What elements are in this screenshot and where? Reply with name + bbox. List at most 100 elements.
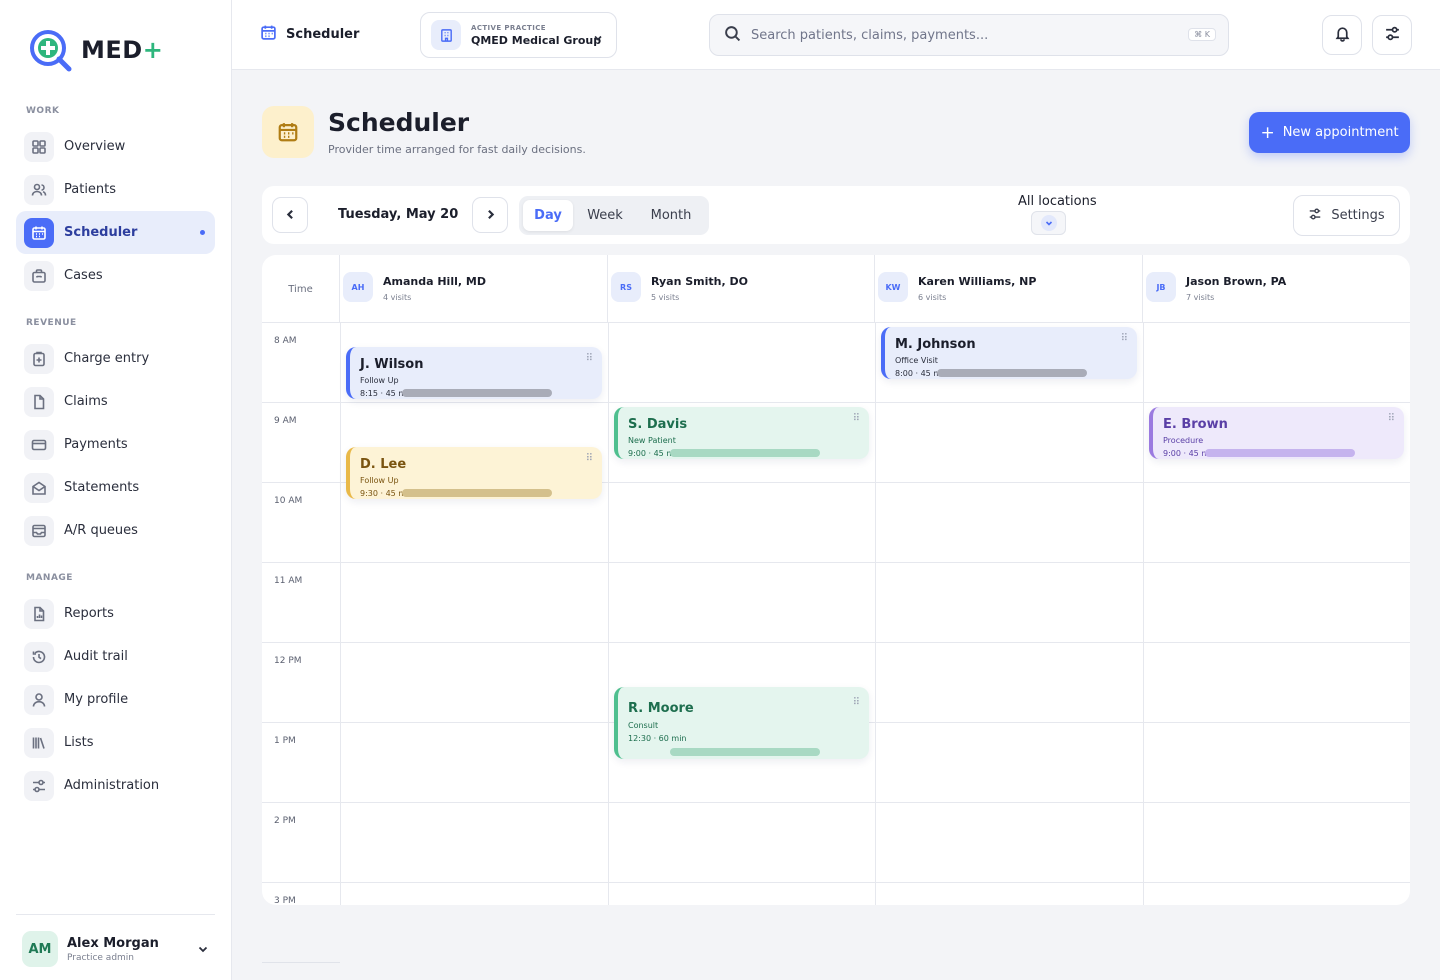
new-appointment-label: New appointment: [1282, 125, 1399, 140]
appointment-type: Procedure: [1163, 436, 1204, 445]
location-filter-label[interactable]: All locations: [1018, 194, 1097, 209]
view-month-tab[interactable]: Month: [638, 200, 704, 231]
time-label: 2 PM: [274, 816, 296, 826]
hour-divider: [262, 882, 1410, 883]
appointment-card[interactable]: R. Moore Consult 12:30 · 60 min ⠿: [614, 687, 869, 759]
provider-column-header[interactable]: AH Amanda Hill, MD 4 visits: [340, 255, 608, 323]
settings-button[interactable]: Settings: [1293, 195, 1400, 236]
appointment-card[interactable]: S. Davis New Patient 9:00 · 45 min ⠿: [614, 407, 869, 459]
preferences-button[interactable]: [1372, 15, 1412, 55]
next-day-button[interactable]: [472, 197, 508, 233]
practice-kicker: ACTIVE PRACTICE: [471, 23, 546, 32]
column-divider: [1143, 323, 1144, 905]
sidebar-item-my-profile[interactable]: My profile: [16, 678, 215, 721]
sidebar-item-label: Overview: [64, 139, 126, 154]
provider-avatar: JB: [1146, 272, 1176, 302]
sidebar-item-claims[interactable]: Claims: [16, 380, 215, 423]
bell-icon: [1334, 25, 1351, 46]
appointment-patient: J. Wilson: [360, 357, 424, 372]
section-work: WORK: [26, 106, 60, 116]
topbar: Scheduler ACTIVE PRACTICE QMED Medical G…: [232, 0, 1440, 70]
calendar-icon: [260, 24, 286, 45]
provider-column-header[interactable]: JB Jason Brown, PA 7 visits: [1143, 255, 1410, 323]
inbox-icon: [24, 515, 54, 546]
sidebar-item-lists[interactable]: Lists: [16, 721, 215, 764]
appointment-patient: R. Moore: [628, 701, 694, 716]
sidebar-item-ar-queues[interactable]: A/R queues: [16, 509, 215, 552]
view-day-tab[interactable]: Day: [523, 200, 573, 231]
chevron-down-icon: [1040, 215, 1057, 231]
sidebar: MED + WORK Overview Patients Scheduler Ca…: [0, 0, 232, 980]
appointment-progress-bar: [670, 748, 820, 756]
drag-handle-icon[interactable]: ⠿: [586, 353, 593, 364]
notifications-button[interactable]: [1322, 15, 1362, 55]
global-search[interactable]: ⌘ K: [709, 14, 1229, 56]
drag-handle-icon[interactable]: ⠿: [586, 453, 593, 464]
drag-handle-icon[interactable]: ⠿: [1388, 413, 1395, 424]
appointment-progress-bar: [402, 489, 552, 497]
day-calendar-grid: Time AH Amanda Hill, MD 4 visits RS Ryan…: [262, 255, 1410, 905]
appointment-card[interactable]: E. Brown Procedure 9:00 · 45 min ⠿: [1149, 407, 1404, 459]
sidebar-item-label: Administration: [64, 778, 160, 793]
sidebar-item-overview[interactable]: Overview: [16, 125, 215, 168]
sidebar-item-audit-trail[interactable]: Audit trail: [16, 635, 215, 678]
drag-handle-icon[interactable]: ⠿: [853, 697, 860, 708]
sidebar-item-label: Patients: [64, 182, 117, 197]
appointment-time: 12:30 · 60 min: [628, 734, 687, 743]
avatar: AM: [22, 931, 58, 967]
appointment-progress-bar: [670, 449, 820, 457]
topbar-title: Scheduler: [260, 24, 359, 45]
time-label: 11 AM: [274, 576, 303, 586]
provider-avatar: KW: [878, 272, 908, 302]
provider-column-header[interactable]: KW Karen Williams, NP 6 visits: [875, 255, 1143, 323]
practice-selector[interactable]: ACTIVE PRACTICE QMED Medical Group: [420, 12, 617, 58]
users-icon: [24, 174, 54, 205]
drag-handle-icon[interactable]: ⠿: [853, 413, 860, 424]
appointment-patient: D. Lee: [360, 457, 407, 472]
time-label: 8 AM: [274, 336, 297, 346]
sidebar-item-reports[interactable]: Reports: [16, 592, 215, 635]
sidebar-item-administration[interactable]: Administration: [16, 764, 215, 807]
drag-handle-icon[interactable]: ⠿: [1121, 333, 1128, 344]
card-icon: [24, 429, 54, 460]
sidebar-item-label: Statements: [64, 480, 140, 495]
appointment-type: Office Visit: [895, 356, 938, 365]
appointment-card[interactable]: D. Lee Follow Up 9:30 · 45 min ⠿: [346, 447, 602, 499]
appointment-patient: E. Brown: [1163, 417, 1228, 432]
previous-day-button[interactable]: [272, 197, 308, 233]
sidebar-item-label: Scheduler: [64, 225, 138, 240]
chevron-down-icon[interactable]: [196, 941, 210, 960]
provider-avatar: AH: [343, 272, 373, 302]
view-week-tab[interactable]: Week: [576, 200, 634, 231]
provider-visit-count: 6 visits: [918, 293, 947, 302]
appointment-progress-bar: [402, 389, 552, 397]
user-icon: [24, 684, 54, 715]
search-shortcut: ⌘ K: [1188, 28, 1216, 41]
calendar-icon: [24, 217, 54, 248]
location-dropdown-button[interactable]: [1031, 211, 1066, 235]
provider-name: Jason Brown, PA: [1186, 275, 1287, 288]
sidebar-item-patients[interactable]: Patients: [16, 168, 215, 211]
hour-divider: [262, 402, 1410, 403]
search-input[interactable]: [751, 27, 1171, 43]
user-menu[interactable]: AM Alex Morgan Practice admin: [22, 929, 214, 969]
briefcase-icon: [24, 260, 54, 291]
sidebar-item-label: Lists: [64, 735, 94, 750]
hour-divider: [262, 802, 1410, 803]
brand-logo[interactable]: MED +: [26, 26, 163, 74]
sidebar-divider: [16, 914, 215, 915]
appointment-card[interactable]: M. Johnson Office Visit 8:00 · 45 min ⠿: [881, 327, 1137, 379]
building-icon: [431, 20, 461, 50]
hour-divider: [262, 642, 1410, 643]
new-appointment-button[interactable]: + New appointment: [1249, 112, 1410, 153]
sidebar-item-scheduler[interactable]: Scheduler: [16, 211, 215, 254]
sidebar-item-statements[interactable]: Statements: [16, 466, 215, 509]
appointment-card[interactable]: J. Wilson Follow Up 8:15 · 45 min ⠿: [346, 347, 602, 399]
provider-column-header[interactable]: RS Ryan Smith, DO 5 visits: [608, 255, 875, 323]
sidebar-item-payments[interactable]: Payments: [16, 423, 215, 466]
sidebar-item-charge-entry[interactable]: Charge entry: [16, 337, 215, 380]
user-role: Practice admin: [67, 952, 135, 963]
brand-plus: +: [142, 36, 163, 64]
sidebar-item-cases[interactable]: Cases: [16, 254, 215, 297]
page-subtitle: Provider time arranged for fast daily de…: [328, 143, 586, 156]
